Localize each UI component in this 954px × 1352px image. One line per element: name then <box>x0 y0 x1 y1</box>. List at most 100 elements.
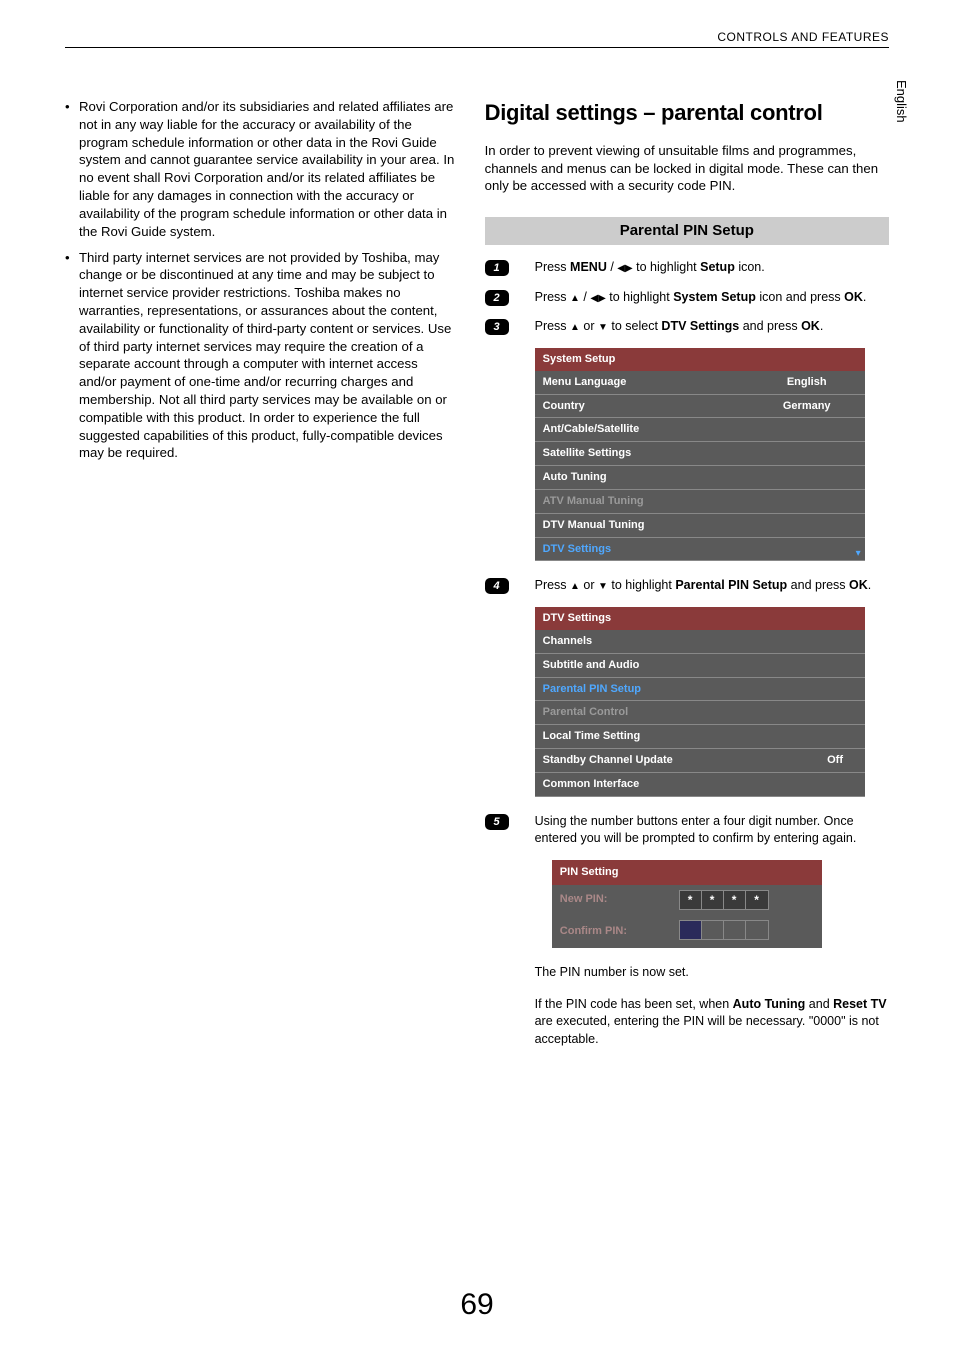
menu-row-label: Country <box>535 394 749 418</box>
menu-row-label: Menu Language <box>535 371 749 394</box>
step-number-icon: 2 <box>485 290 509 306</box>
step-text: or <box>580 578 598 592</box>
menu-row-label: ATV Manual Tuning <box>535 489 749 513</box>
menu-row-label: Ant/Cable/Satellite <box>535 418 749 442</box>
disclaimer-bullet: Third party internet services are not pr… <box>65 249 455 463</box>
up-arrow-icon: ▲ <box>570 321 580 335</box>
pin-digit: * <box>702 891 724 909</box>
confirm-pin-label: Confirm PIN: <box>552 915 671 949</box>
menu-row-label: Standby Channel Update <box>535 749 806 773</box>
menu-row-value <box>749 466 865 490</box>
menu-row: Standby Channel UpdateOff <box>535 749 865 773</box>
step-text: / <box>580 290 590 304</box>
menu-row: Ant/Cable/Satellite <box>535 418 865 442</box>
down-arrow-icon: ▼ <box>598 580 608 594</box>
menu-row-label: Auto Tuning <box>535 466 749 490</box>
menu-row: Parental PIN Setup <box>535 677 865 701</box>
right-arrow-icon: ▶ <box>598 292 606 306</box>
step-5: 5 Using the number buttons enter a four … <box>485 813 889 848</box>
left-column: Rovi Corporation and/or its subsidiaries… <box>65 98 455 1062</box>
menu-label: MENU <box>570 260 607 274</box>
menu-row-value: Germany <box>749 394 865 418</box>
pin-digit-empty <box>746 921 768 939</box>
menu-row-value: English <box>749 371 865 394</box>
disclaimer-bullet: Rovi Corporation and/or its subsidiaries… <box>65 98 455 241</box>
menu-row-label: Subtitle and Audio <box>535 653 806 677</box>
section-title: Digital settings – parental control <box>485 98 889 128</box>
step-text: icon. <box>735 260 765 274</box>
menu-row-value <box>806 630 865 653</box>
menu-row-value: Off <box>806 749 865 773</box>
step-number-icon: 3 <box>485 319 509 335</box>
ok-label: OK <box>849 578 868 592</box>
step-text: . <box>820 319 823 333</box>
pin-digit-empty <box>680 921 702 939</box>
page-header: CONTROLS AND FEATURES <box>65 30 889 48</box>
step-text: icon and press <box>756 290 844 304</box>
step-text: and press <box>787 578 849 592</box>
step-text: Press <box>535 578 570 592</box>
menu-row-label: Parental PIN Setup <box>535 677 806 701</box>
menu-row-label: Parental Control <box>535 701 806 725</box>
pin-digit: * <box>680 891 702 909</box>
menu-row-label: DTV Manual Tuning <box>535 513 749 537</box>
new-pin-label: New PIN: <box>552 885 671 915</box>
step-text: Press <box>535 260 570 274</box>
right-column: Digital settings – parental control In o… <box>485 98 889 1062</box>
menu-row-value <box>806 701 865 725</box>
step-text: . <box>863 290 866 304</box>
menu-row-value <box>806 725 865 749</box>
menu-row: Subtitle and Audio <box>535 653 865 677</box>
intro-text: In order to prevent viewing of unsuitabl… <box>485 142 889 195</box>
pin-digit-empty <box>724 921 746 939</box>
step-2: 2 Press ▲ / ◀▶ to highlight System Setup… <box>485 289 889 307</box>
page-number: 69 <box>0 1288 954 1322</box>
down-arrow-icon: ▼ <box>598 321 608 335</box>
dtv-settings-label: DTV Settings <box>661 319 739 333</box>
menu-header: System Setup <box>535 348 865 371</box>
step-text: . <box>868 578 871 592</box>
menu-row-value <box>806 653 865 677</box>
new-pin-cells: * * * * <box>671 885 822 915</box>
pin-digit: * <box>746 891 768 909</box>
step-text: to highlight <box>608 578 675 592</box>
pin-setting-panel: PIN Setting New PIN: * * * * Confirm PIN… <box>552 860 822 949</box>
menu-row: DTV Manual Tuning <box>535 513 865 537</box>
menu-row-value <box>749 513 865 537</box>
menu-row: Satellite Settings <box>535 442 865 466</box>
step-text: to select <box>608 319 662 333</box>
menu-row-label: Channels <box>535 630 806 653</box>
step-text: and press <box>739 319 801 333</box>
step-number-icon: 4 <box>485 578 509 594</box>
step-3: 3 Press ▲ or ▼ to select DTV Settings an… <box>485 318 889 336</box>
system-setup-label: System Setup <box>673 290 756 304</box>
confirm-pin-cells <box>671 915 822 949</box>
up-arrow-icon: ▲ <box>570 580 580 594</box>
step-text: to highlight <box>606 290 673 304</box>
pin-digit-empty <box>702 921 724 939</box>
menu-row-value <box>806 677 865 701</box>
dtv-settings-menu: DTV Settings ChannelsSubtitle and AudioP… <box>535 607 865 797</box>
menu-header: DTV Settings <box>535 607 865 630</box>
menu-row-value <box>806 772 865 796</box>
menu-row-value <box>749 418 865 442</box>
pin-digit: * <box>724 891 746 909</box>
up-arrow-icon: ▲ <box>570 292 580 306</box>
step-text: Press <box>535 290 570 304</box>
menu-row: Common Interface <box>535 772 865 796</box>
left-arrow-icon: ◀ <box>617 262 625 276</box>
step-text: or <box>580 319 598 333</box>
ok-label: OK <box>844 290 863 304</box>
menu-row: Auto Tuning <box>535 466 865 490</box>
menu-row-value <box>749 537 865 561</box>
menu-row: Channels <box>535 630 865 653</box>
step-number-icon: 1 <box>485 260 509 276</box>
setup-label: Setup <box>700 260 735 274</box>
pin-note-text: If the PIN code has been set, when Auto … <box>535 996 889 1049</box>
right-arrow-icon: ▶ <box>625 262 633 276</box>
system-setup-menu: System Setup Menu LanguageEnglishCountry… <box>535 348 865 562</box>
pin-header: PIN Setting <box>552 860 822 885</box>
menu-row: ATV Manual Tuning <box>535 489 865 513</box>
subheading: Parental PIN Setup <box>485 217 889 245</box>
step-text: / <box>607 260 617 274</box>
